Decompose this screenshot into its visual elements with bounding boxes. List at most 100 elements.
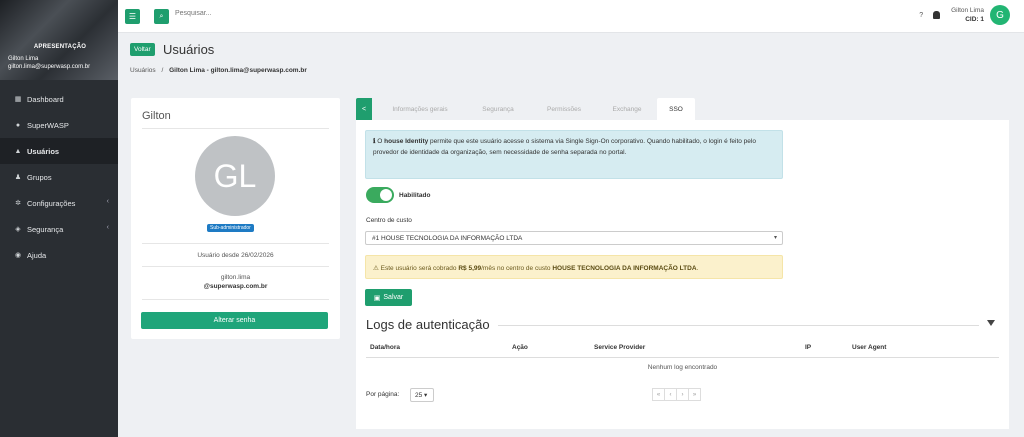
- sidebar-item-grupos[interactable]: ♟ Grupos: [0, 164, 118, 190]
- empty-state: Nenhum log encontrado: [647, 364, 718, 371]
- filter-icon[interactable]: [987, 320, 995, 326]
- divider: [142, 299, 329, 300]
- tab-permissoes[interactable]: Permissões: [533, 98, 595, 120]
- info-brand: house Identity: [384, 138, 429, 145]
- warn-company: HOUSE TECNOLOGIA DA INFORMAÇÃO LTDA: [552, 265, 697, 272]
- sidebar-item-dashboard[interactable]: ▦ Dashboard: [0, 86, 118, 112]
- breadcrumb-root[interactable]: Usuários: [130, 67, 156, 74]
- warning-icon: ⚠: [373, 265, 379, 272]
- per-page-select[interactable]: 25 ▾: [410, 388, 434, 402]
- sidebar-header: APRESENTAÇÃO Gilton Lima gilton.lima@sup…: [0, 0, 118, 80]
- sidebar-item-superwasp[interactable]: ● SuperWASP: [0, 112, 118, 138]
- logs-title: Logs de autenticação: [366, 317, 490, 332]
- caret-down-icon: ▾: [424, 392, 428, 399]
- topbar-right: ? Gilton Lima CID: 1 G: [919, 5, 1010, 25]
- help-icon: ◉: [14, 252, 22, 259]
- menu-icon: ☰: [128, 12, 137, 21]
- warn-suffix: .: [696, 265, 699, 272]
- back-button[interactable]: Voltar: [130, 43, 155, 56]
- divider: [142, 128, 329, 129]
- tab-bar: < Informações gerais Segurança Permissõe…: [356, 98, 1009, 120]
- collapse-button[interactable]: <: [356, 98, 372, 120]
- gear-icon: ✲: [15, 200, 21, 207]
- user-icon: ▲: [14, 147, 22, 155]
- change-password-button[interactable]: Alterar senha: [141, 312, 328, 329]
- search-input[interactable]: [175, 10, 375, 17]
- save-icon: ▣: [373, 294, 381, 302]
- chevron-left-icon: ‹: [106, 224, 109, 231]
- info-icon: ℹ: [373, 138, 376, 145]
- login-domain: @superwasp.com.br: [203, 283, 268, 290]
- avatar[interactable]: G: [990, 5, 1010, 25]
- divider: [498, 325, 979, 326]
- search-icon: ⌕: [159, 12, 164, 20]
- breadcrumb-current: Gilton Lima - gilton.lima@superwasp.com.…: [169, 67, 307, 74]
- cost-center-value: #1 HOUSE TECNOLOGIA DA INFORMAÇÃO LTDA: [372, 235, 523, 242]
- divider: [142, 266, 329, 267]
- profile-card: Gilton GL Sub-administrador Usuário desd…: [131, 98, 340, 339]
- dashboard-icon: ▦: [14, 96, 22, 103]
- help-icon[interactable]: ?: [919, 12, 923, 19]
- column-header-ip[interactable]: IP: [805, 344, 811, 351]
- topbar-user-name: Gilton Lima: [951, 7, 984, 14]
- role-badge: Sub-administrador: [207, 224, 254, 232]
- column-header-service-provider[interactable]: Service Provider: [594, 344, 645, 351]
- profile-name: Gilton: [142, 110, 171, 122]
- tab-informacoes-gerais[interactable]: Informações gerais: [377, 98, 463, 120]
- sso-enabled-toggle[interactable]: [366, 187, 394, 203]
- sidebar-item-usuarios[interactable]: ▲ Usuários: [0, 138, 118, 164]
- last-page-button[interactable]: »: [688, 388, 701, 401]
- sidebar-item-label: Segurança: [27, 224, 64, 234]
- divider: [142, 243, 329, 244]
- chat-icon: ●: [15, 121, 21, 129]
- warn-prefix: Este usuário será cobrado: [380, 265, 457, 272]
- chevron-left-icon: <: [361, 105, 367, 113]
- tab-sso[interactable]: SSO: [657, 98, 695, 120]
- breadcrumb: Usuários / Gilton Lima - gilton.lima@sup…: [130, 67, 307, 74]
- sidebar-item-seguranca[interactable]: ◈ Segurança ‹: [0, 216, 118, 242]
- page-title: Usuários: [163, 42, 215, 57]
- billing-warning: ⚠ Este usuário será cobrado R$ 5,99/mês …: [365, 255, 783, 279]
- sidebar-item-label: Grupos: [27, 172, 52, 182]
- member-since: Usuário desde 26/02/2026: [197, 252, 274, 259]
- info-text: permite que este usuário acesse o sistem…: [373, 138, 756, 156]
- column-header-user-agent[interactable]: User Agent: [852, 344, 886, 351]
- sso-enabled-label: Habilitado: [399, 192, 431, 199]
- divider: [366, 357, 999, 358]
- shield-icon: ◈: [15, 226, 21, 233]
- sidebar-user-name: Gilton Lima: [8, 56, 39, 62]
- sidebar: APRESENTAÇÃO Gilton Lima gilton.lima@sup…: [0, 0, 118, 437]
- save-button[interactable]: ▣ Salvar: [365, 289, 412, 306]
- menu-toggle-button[interactable]: ☰: [125, 9, 140, 24]
- sidebar-user-email: gilton.lima@superwasp.com.br: [8, 64, 91, 70]
- chevron-left-icon: ‹: [106, 198, 109, 205]
- bell-icon[interactable]: [933, 11, 941, 19]
- cost-center-select[interactable]: #1 HOUSE TECNOLOGIA DA INFORMAÇÃO LTDA ▾: [365, 231, 783, 245]
- pagination: « ‹ › »: [652, 388, 701, 401]
- sidebar-item-label: Usuários: [27, 146, 60, 156]
- tab-seguranca[interactable]: Segurança: [469, 98, 527, 120]
- profile-login: gilton.lima @superwasp.com.br: [131, 273, 340, 291]
- info-alert: ℹ O house Identity permite que este usuá…: [365, 130, 783, 179]
- sidebar-item-configuracoes[interactable]: ✲ Configurações ‹: [0, 190, 118, 216]
- per-page-value: 25: [415, 392, 423, 399]
- breadcrumb-separator: /: [161, 67, 164, 74]
- column-header-action[interactable]: Ação: [512, 344, 528, 351]
- caret-down-icon: ▾: [773, 235, 777, 241]
- sidebar-item-label: Configurações: [27, 198, 76, 208]
- sidebar-item-label: Ajuda: [27, 250, 47, 260]
- save-label: Salvar: [383, 294, 404, 301]
- login-user: gilton.lima: [220, 274, 251, 281]
- column-header-datetime[interactable]: Data/hora: [370, 344, 400, 351]
- sidebar-item-label: SuperWASP: [27, 120, 69, 130]
- sidebar-item-ajuda[interactable]: ◉ Ajuda: [0, 242, 118, 268]
- users-icon: ♟: [14, 174, 22, 181]
- sidebar-item-label: Dashboard: [27, 94, 64, 104]
- tab-exchange[interactable]: Exchange: [599, 98, 655, 120]
- info-prefix: O: [377, 138, 383, 145]
- profile-avatar: GL: [195, 136, 275, 216]
- warn-amount: R$ 5,99: [458, 265, 482, 272]
- page-header: Voltar Usuários Usuários / Gilton Lima -…: [118, 33, 1024, 85]
- cost-center-label: Centro de custo: [366, 217, 412, 224]
- search-button[interactable]: ⌕: [154, 9, 169, 24]
